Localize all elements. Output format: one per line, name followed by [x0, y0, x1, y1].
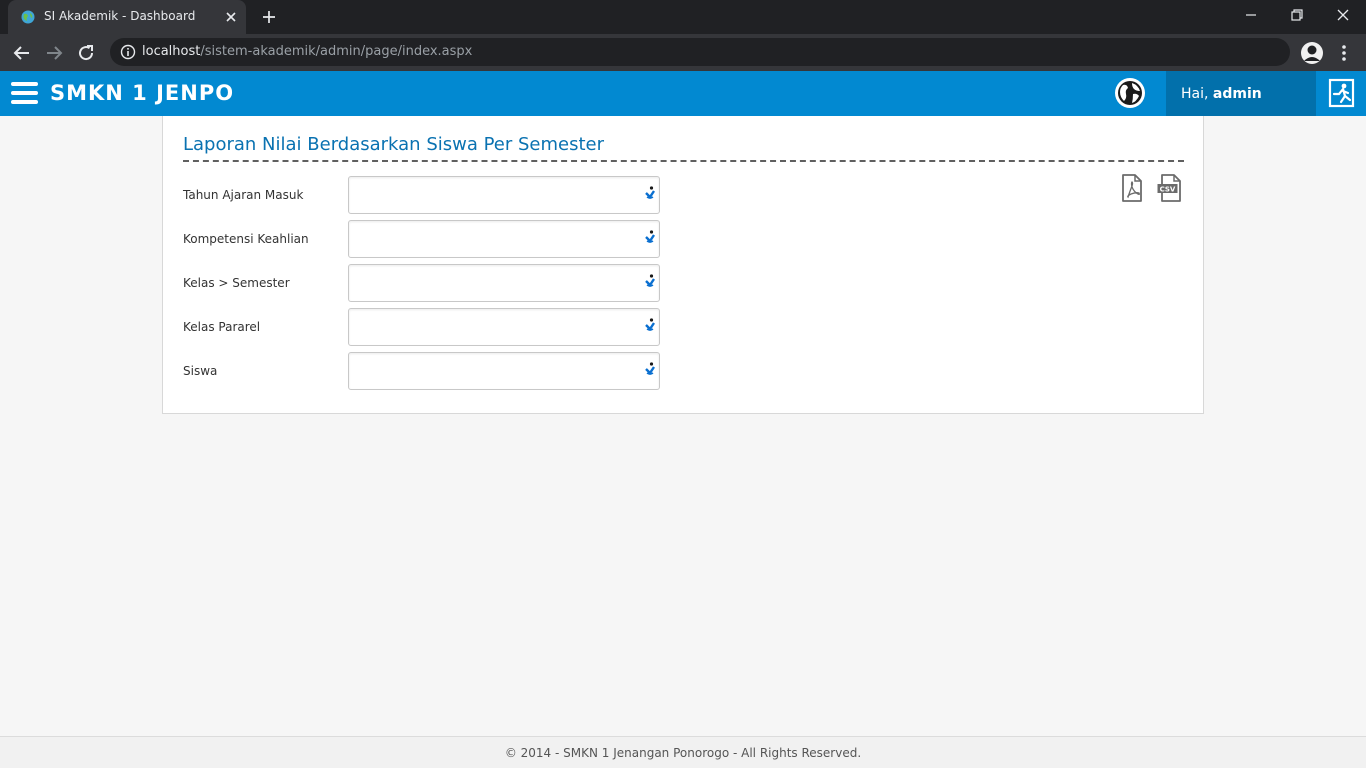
- greeting-prefix: Hai,: [1181, 86, 1213, 102]
- browser-menu-icon[interactable]: [1336, 42, 1352, 64]
- address-bar[interactable]: localhost/sistem-akademik/admin/page/ind…: [110, 38, 1290, 66]
- field-label: Tahun Ajaran Masuk: [183, 188, 304, 202]
- forward-arrow-icon[interactable]: [42, 41, 66, 65]
- restore-icon[interactable]: [1286, 6, 1308, 24]
- siswa-select[interactable]: [348, 352, 660, 390]
- pdf-export-icon[interactable]: [1120, 174, 1144, 202]
- globe-icon[interactable]: [1114, 77, 1146, 109]
- field-label: Siswa: [183, 364, 218, 378]
- field-siswa: Siswa: [183, 352, 663, 390]
- brand-title[interactable]: SMKN 1 JENPO: [50, 81, 234, 105]
- site-info-icon[interactable]: [120, 44, 136, 60]
- csv-icon-label: CSV: [1160, 186, 1176, 194]
- url-path: /sistem-akademik/admin/page/index.aspx: [200, 44, 473, 59]
- minimize-icon[interactable]: [1240, 6, 1262, 24]
- field-kelas-semester: Kelas > Semester: [183, 264, 663, 302]
- url-host: localhost: [142, 44, 201, 59]
- browser-tab[interactable]: SI Akademik - Dashboard: [8, 0, 246, 34]
- page-title: Laporan Nilai Berdasarkan Siswa Per Seme…: [183, 134, 605, 155]
- browser-toolbar: localhost/sistem-akademik/admin/page/ind…: [0, 34, 1366, 71]
- close-window-icon[interactable]: [1332, 6, 1354, 24]
- profile-avatar-icon[interactable]: [1300, 41, 1324, 65]
- tahun-ajaran-select[interactable]: [348, 176, 660, 214]
- tab-title: SI Akademik - Dashboard: [44, 9, 196, 23]
- dropdown-arrow-icon: [645, 362, 655, 375]
- app-header: SMKN 1 JENPO Hai, admin: [0, 71, 1366, 116]
- reload-icon[interactable]: [74, 41, 98, 65]
- dropdown-arrow-icon: [645, 318, 655, 331]
- browser-tabstrip: SI Akademik - Dashboard: [0, 0, 1366, 34]
- dropdown-arrow-icon: [645, 186, 655, 199]
- field-label: Kelas > Semester: [183, 276, 290, 290]
- back-arrow-icon[interactable]: [10, 41, 34, 65]
- title-divider: [183, 160, 1184, 162]
- page-footer: © 2014 - SMKN 1 Jenangan Ponorogo - All …: [0, 736, 1366, 768]
- dropdown-arrow-icon: [645, 230, 655, 243]
- dropdown-arrow-icon: [645, 274, 655, 287]
- field-label: Kelas Pararel: [183, 320, 261, 334]
- user-greeting[interactable]: Hai, admin: [1166, 71, 1316, 116]
- kelas-pararel-select[interactable]: [348, 308, 660, 346]
- copyright-text: © 2014 - SMKN 1 Jenangan Ponorogo - All …: [504, 746, 862, 760]
- globe-favicon-icon: [21, 10, 35, 24]
- csv-export-icon[interactable]: CSV: [1157, 174, 1183, 202]
- field-label: Kompetensi Keahlian: [183, 232, 309, 246]
- username: admin: [1212, 86, 1262, 102]
- kompetensi-keahlian-select[interactable]: [348, 220, 660, 258]
- url-text: localhost/sistem-akademik/admin/page/ind…: [142, 44, 472, 59]
- field-kompetensi-keahlian: Kompetensi Keahlian: [183, 220, 663, 258]
- close-tab-icon[interactable]: [222, 8, 240, 26]
- field-tahun-ajaran-masuk: Tahun Ajaran Masuk: [183, 176, 663, 214]
- logout-button[interactable]: [1316, 71, 1366, 116]
- hamburger-menu-icon[interactable]: [11, 82, 38, 104]
- greeting-text: Hai, admin: [1181, 86, 1262, 102]
- new-tab-icon[interactable]: [259, 7, 279, 27]
- logout-icon: [1328, 78, 1355, 108]
- field-kelas-pararel: Kelas Pararel: [183, 308, 663, 346]
- kelas-semester-select[interactable]: [348, 264, 660, 302]
- report-panel: Laporan Nilai Berdasarkan Siswa Per Seme…: [162, 116, 1204, 414]
